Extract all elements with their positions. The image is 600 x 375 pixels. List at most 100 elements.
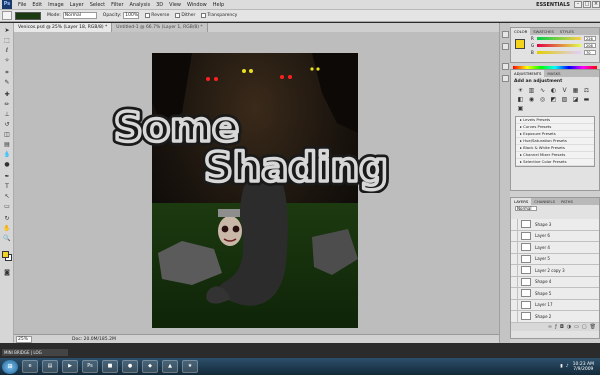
visibility-eye-icon[interactable]: [511, 310, 518, 322]
selective-color-icon[interactable]: ▣: [516, 105, 525, 112]
zoom-field[interactable]: 25%: [16, 335, 32, 343]
menu-filter[interactable]: Filter: [108, 2, 126, 8]
g-value[interactable]: 206: [584, 43, 596, 48]
maximize-icon[interactable]: □: [583, 1, 591, 8]
doc-tab-venicos[interactable]: Venicos.psd @ 25% (Layer 18, RGB/8) *: [14, 23, 113, 32]
photo-filter-icon[interactable]: ◉: [527, 96, 536, 103]
exposure-icon[interactable]: ◐: [549, 87, 558, 94]
app-taskbar-icon-3[interactable]: ◆: [142, 360, 158, 373]
app-taskbar-icon-5[interactable]: ★: [182, 360, 198, 373]
eyedropper-tool-icon[interactable]: ✎: [3, 79, 11, 87]
blur-tool-icon[interactable]: 💧: [3, 151, 11, 159]
mode-select[interactable]: Normal: [62, 12, 97, 19]
volume-icon[interactable]: ♪: [566, 364, 569, 369]
preset-curves[interactable]: Curves Presets: [516, 124, 594, 131]
visibility-eye-icon[interactable]: [511, 230, 518, 242]
layer-row[interactable]: Shape 2: [511, 310, 599, 323]
brightness-icon[interactable]: ☀: [516, 87, 525, 94]
tab-paths[interactable]: PATHS: [558, 198, 576, 205]
visibility-eye-icon[interactable]: [511, 299, 518, 311]
clone-stamp-tool-icon[interactable]: ⊥: [3, 111, 11, 119]
menu-edit[interactable]: Edit: [29, 2, 45, 8]
threshold-icon[interactable]: ◪: [571, 96, 580, 103]
dither-checkbox[interactable]: [175, 13, 181, 18]
g-slider-track[interactable]: [537, 44, 581, 47]
photoshop-taskbar-icon[interactable]: Ps: [82, 360, 98, 373]
menu-help[interactable]: Help: [210, 2, 227, 8]
tab-layers[interactable]: LAYERS: [511, 198, 532, 205]
tab-color[interactable]: COLOR: [511, 28, 531, 35]
visibility-eye-icon[interactable]: [511, 218, 518, 230]
preset-selective-color[interactable]: Selective Color Presets: [516, 159, 594, 166]
black-white-icon[interactable]: ◧: [516, 96, 525, 103]
network-icon[interactable]: ▮: [560, 364, 562, 369]
visibility-eye-icon[interactable]: [511, 276, 518, 288]
vibrance-icon[interactable]: V: [560, 87, 569, 94]
gradient-picker[interactable]: [15, 11, 41, 20]
tab-styles[interactable]: STYLES: [557, 28, 577, 35]
pen-tool-icon[interactable]: ✒: [3, 173, 11, 181]
menu-image[interactable]: Image: [45, 2, 67, 8]
visibility-eye-icon[interactable]: [511, 253, 518, 265]
close-icon[interactable]: ×: [592, 1, 600, 8]
posterize-icon[interactable]: ▨: [560, 96, 569, 103]
workspace-switcher[interactable]: ESSENTIALS: [533, 2, 573, 8]
levels-icon[interactable]: ▥: [527, 87, 536, 94]
clock[interactable]: 10:23 AM 7/9/2009: [573, 362, 594, 372]
visibility-eye-icon[interactable]: [511, 241, 518, 253]
history-panel-icon[interactable]: [502, 31, 509, 38]
quick-mask-icon[interactable]: ◙: [3, 269, 11, 277]
gradient-tool-preset-icon[interactable]: [2, 11, 12, 20]
reverse-checkbox[interactable]: [145, 13, 151, 18]
new-layer-icon[interactable]: ▢: [582, 324, 587, 330]
lasso-tool-icon[interactable]: ℓ: [3, 47, 11, 55]
start-button-icon[interactable]: ⊞: [2, 359, 18, 374]
blend-mode-select[interactable]: Normal: [515, 206, 537, 211]
eraser-tool-icon[interactable]: ◫: [3, 131, 11, 139]
clone-source-panel-icon[interactable]: [502, 75, 509, 82]
media-player-taskbar-icon[interactable]: ▶: [62, 360, 78, 373]
move-tool-icon[interactable]: ➤: [3, 27, 11, 35]
menu-file[interactable]: File: [15, 2, 29, 8]
marquee-tool-icon[interactable]: ⬚: [3, 37, 11, 45]
visibility-eye-icon[interactable]: [511, 287, 518, 299]
foreground-color-swatch[interactable]: [2, 251, 9, 258]
tab-adjustments[interactable]: ADJUSTMENTS: [511, 70, 545, 77]
app-taskbar-icon-2[interactable]: ●: [122, 360, 138, 373]
visibility-eye-icon[interactable]: [511, 264, 518, 276]
b-slider-track[interactable]: [537, 51, 581, 54]
doc-size-info[interactable]: Doc: 20.0M/185.2M: [72, 337, 116, 342]
layer-row[interactable]: Layer 5: [511, 253, 599, 265]
menu-view[interactable]: View: [166, 2, 184, 8]
ie-taskbar-icon[interactable]: e: [22, 360, 38, 373]
invert-icon[interactable]: ◩: [549, 96, 558, 103]
layer-row[interactable]: Layer 2 copy 3: [511, 264, 599, 277]
quick-select-tool-icon[interactable]: ✧: [3, 57, 11, 65]
app-taskbar-icon-4[interactable]: ▲: [162, 360, 178, 373]
layer-row[interactable]: Layer 4: [511, 241, 599, 254]
type-tool-icon[interactable]: T: [3, 183, 11, 191]
color-balance-icon[interactable]: ⚖: [582, 87, 591, 94]
layer-row[interactable]: Shape 4: [511, 276, 599, 288]
crop-tool-icon[interactable]: ⌗: [3, 69, 11, 77]
curves-icon[interactable]: ∿: [538, 87, 547, 94]
brushes-panel-icon[interactable]: [502, 63, 509, 70]
new-group-icon[interactable]: ▭: [574, 324, 579, 330]
preset-black-white[interactable]: Black & White Presets: [516, 145, 594, 152]
menu-window[interactable]: Window: [184, 2, 210, 8]
delete-layer-icon[interactable]: 🗑: [590, 324, 596, 330]
b-value[interactable]: 70: [584, 50, 596, 55]
preset-levels[interactable]: Levels Presets: [516, 117, 594, 124]
minimize-icon[interactable]: –: [574, 1, 582, 8]
zoom-tool-icon[interactable]: 🔍: [3, 235, 11, 243]
menu-3d[interactable]: 3D: [153, 2, 166, 8]
explorer-taskbar-icon[interactable]: ▤: [42, 360, 58, 373]
app-taskbar-icon-1[interactable]: ■: [102, 360, 118, 373]
color-slider-b[interactable]: B 70: [531, 49, 599, 56]
r-slider-track[interactable]: [537, 37, 581, 40]
color-slider-g[interactable]: G 206: [531, 42, 599, 49]
menu-layer[interactable]: Layer: [67, 2, 87, 8]
add-mask-icon[interactable]: ◘: [560, 324, 564, 330]
opacity-input[interactable]: 100%: [123, 12, 140, 19]
history-brush-tool-icon[interactable]: ↺: [3, 121, 11, 129]
